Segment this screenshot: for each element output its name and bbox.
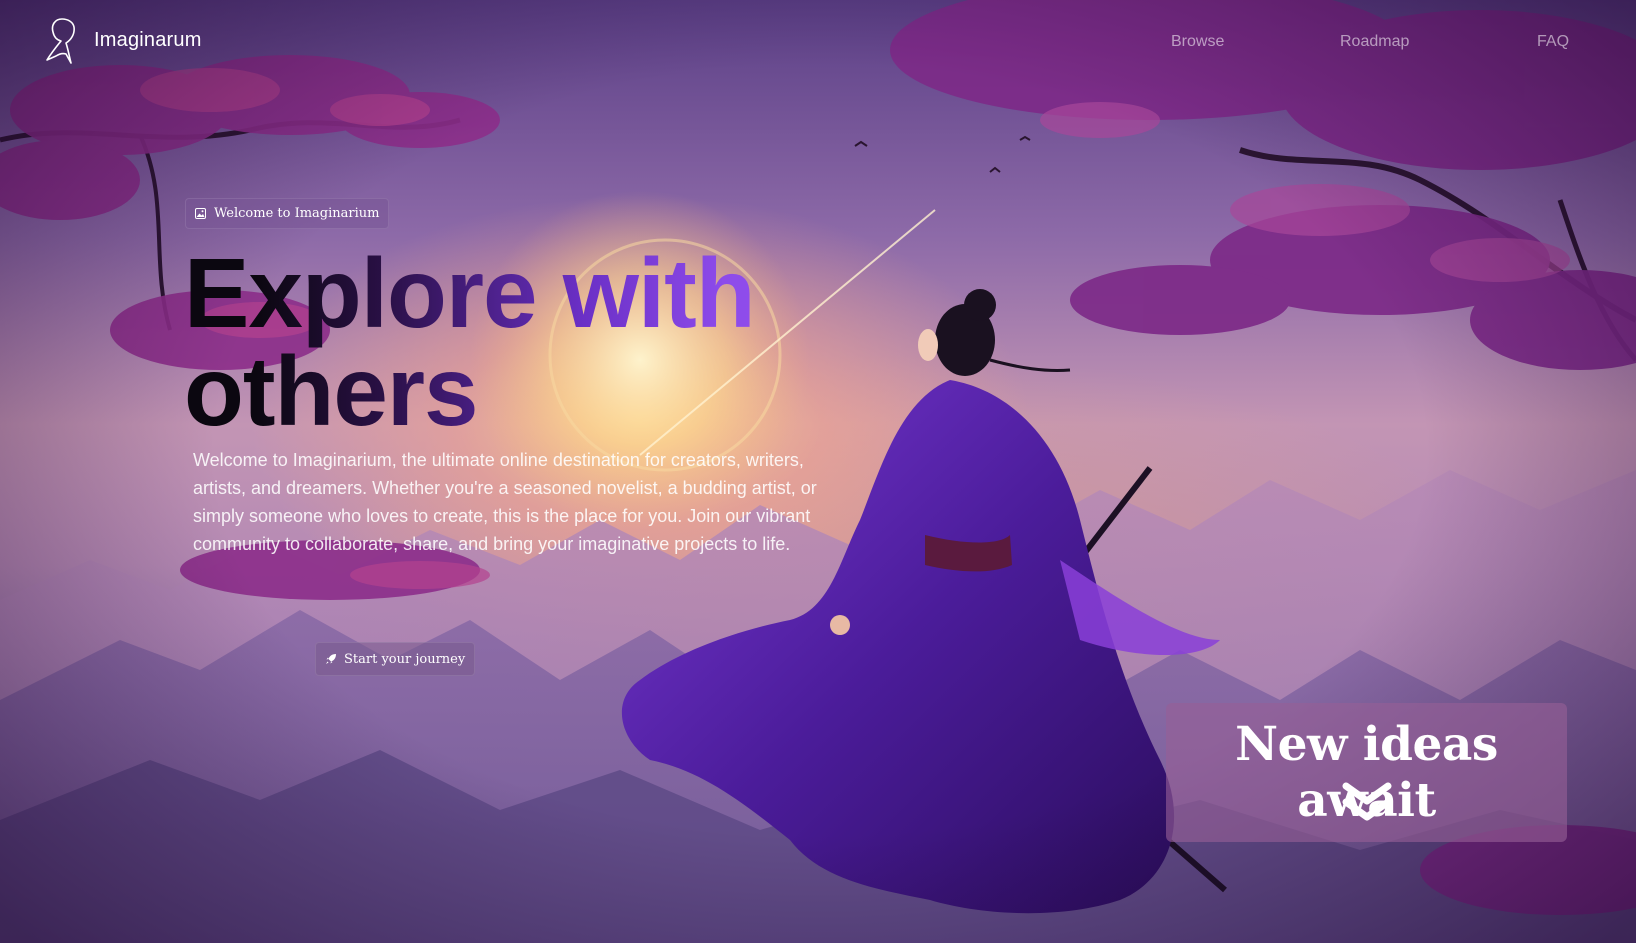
nav-link-faq[interactable]: FAQ [1537, 33, 1569, 51]
image-icon [195, 208, 206, 219]
brand-home-link[interactable]: Imaginarum [44, 16, 202, 64]
hero-headline: Explore with others [184, 244, 904, 440]
brand-name: Imaginarum [94, 28, 202, 51]
welcome-badge: Welcome to Imaginarium [185, 198, 390, 229]
person-silhouette-icon [46, 18, 75, 64]
hero-intro-text: Welcome to Imaginarium, the ultimate onl… [193, 450, 817, 554]
site-header: Imaginarum Browse Roadmap FAQ [0, 0, 1636, 86]
nav-link-roadmap[interactable]: Roadmap [1340, 33, 1409, 51]
hero-headline-line2: others [184, 336, 478, 446]
start-journey-button[interactable]: Start your journey [315, 642, 476, 676]
hero-headline-line1: Explore with [184, 238, 755, 348]
start-journey-label: Start your journey [344, 651, 466, 667]
nav-link-browse[interactable]: Browse [1171, 33, 1224, 51]
rocket-icon [326, 654, 336, 664]
new-ideas-panel: New ideas await [1166, 703, 1567, 842]
double-chevron-down-icon[interactable] [1342, 781, 1392, 823]
welcome-badge-label: Welcome to Imaginarium [214, 206, 380, 221]
